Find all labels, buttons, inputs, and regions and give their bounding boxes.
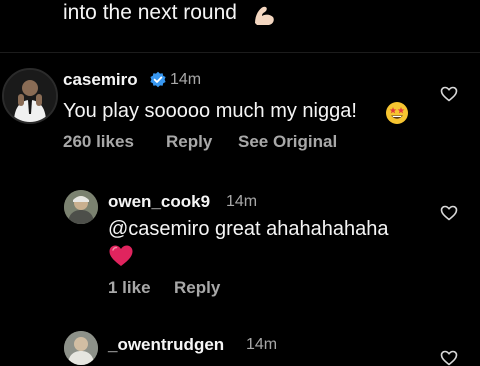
comment-timestamp: 14m xyxy=(226,193,258,210)
comment-username[interactable]: owen_cook9 xyxy=(108,192,210,212)
comment-timestamp: 14m xyxy=(246,336,278,353)
comment-timestamp: 14m xyxy=(170,71,202,88)
comment-text: @casemiro great ahahahahaha xyxy=(108,218,389,240)
likes-count[interactable]: 260 likes xyxy=(63,132,134,152)
verified-badge-icon xyxy=(150,71,166,88)
divider xyxy=(0,52,480,53)
avatar[interactable] xyxy=(2,68,58,124)
star-struck-icon xyxy=(386,102,408,124)
avatar-image xyxy=(4,70,56,122)
flexed-biceps-icon xyxy=(255,6,274,25)
likes-count[interactable]: 1 like xyxy=(108,278,151,298)
reply-button[interactable]: Reply xyxy=(166,132,212,152)
like-heart-icon[interactable] xyxy=(440,86,458,102)
like-heart-icon[interactable] xyxy=(440,350,458,366)
comment-username[interactable]: casemiro xyxy=(63,70,138,90)
red-heart-icon xyxy=(109,245,133,266)
avatar[interactable] xyxy=(64,190,98,224)
reply-button[interactable]: Reply xyxy=(174,278,220,298)
previous-comment-text: into the next round xyxy=(63,1,237,24)
see-original-button[interactable]: See Original xyxy=(238,132,337,152)
comment-username[interactable]: _owentrudgen xyxy=(108,335,224,355)
avatar-image xyxy=(64,190,98,224)
like-heart-icon[interactable] xyxy=(440,205,458,221)
comment-text: You play sooooo much my nigga! xyxy=(63,100,357,122)
